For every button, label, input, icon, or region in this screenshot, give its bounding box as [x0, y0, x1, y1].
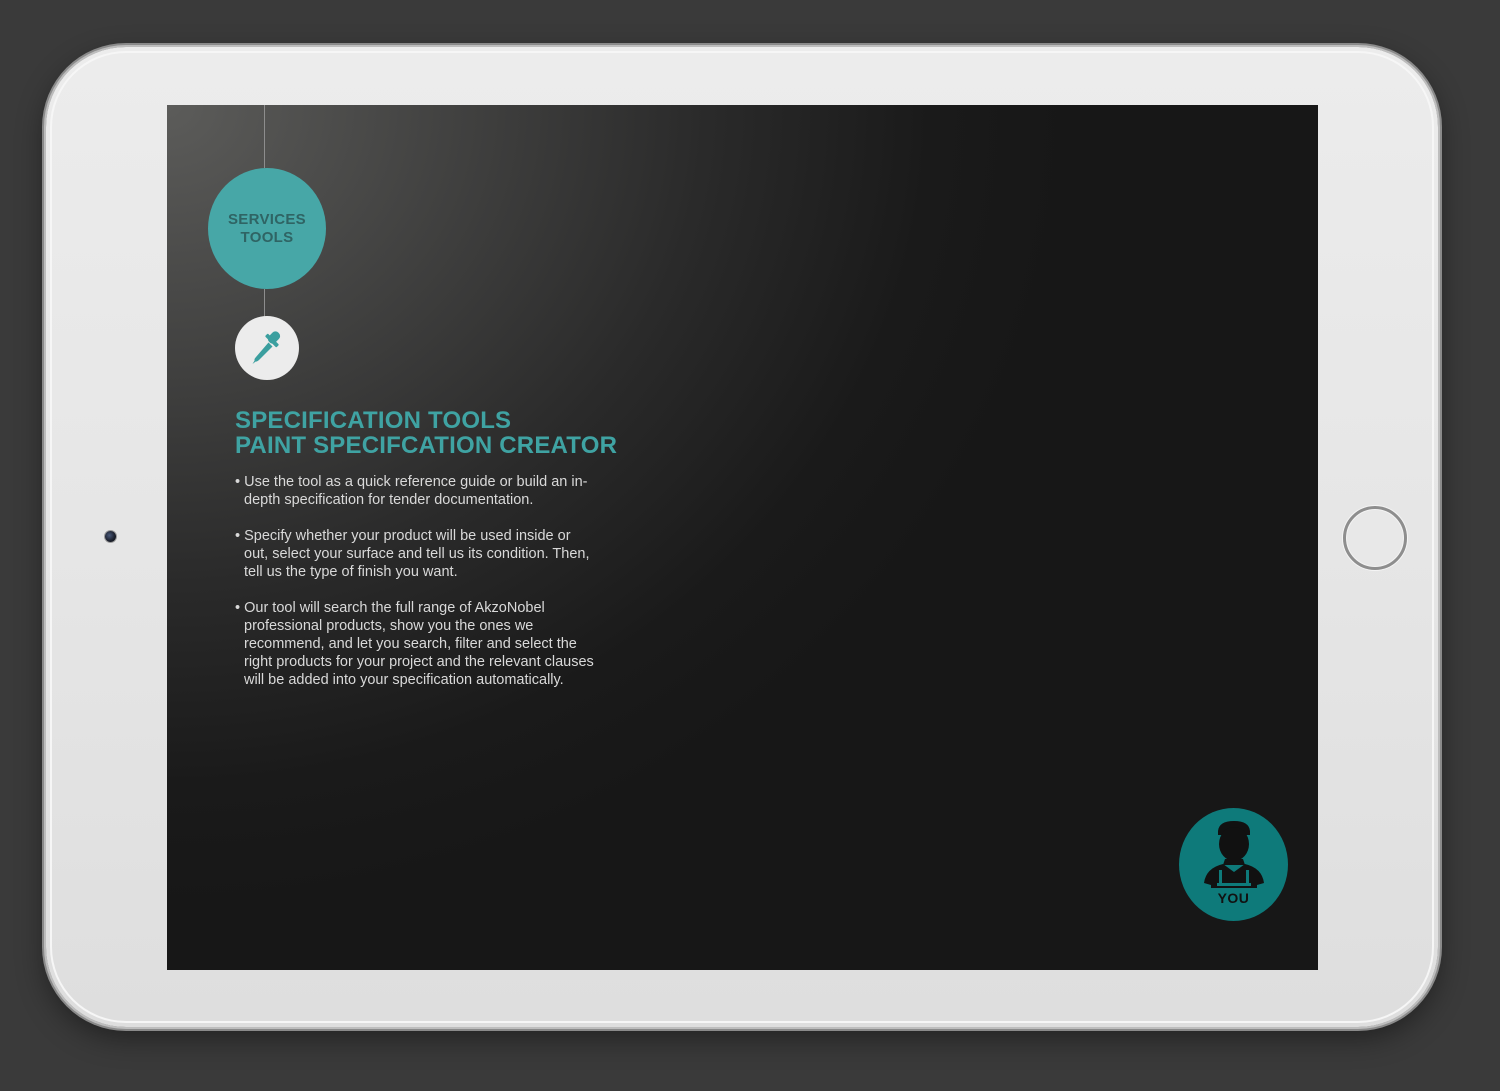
services-badge-line1: SERVICES [228, 210, 306, 228]
you-button[interactable]: YOU [1179, 808, 1288, 921]
list-item: • Specify whether your product will be u… [235, 528, 590, 580]
description-list: • Use the tool as a quick reference guid… [235, 473, 595, 707]
tablet-frame: SERVICES TOOLS SPECIFICATION TOOLS PAINT… [46, 47, 1438, 1027]
list-item: • Use the tool as a quick reference guid… [235, 474, 588, 508]
services-badge-line2: TOOLS [240, 228, 294, 246]
page-title: SPECIFICATION TOOLS PAINT SPECIFCATION C… [235, 408, 617, 458]
app-screen: SERVICES TOOLS SPECIFICATION TOOLS PAINT… [167, 105, 1318, 970]
title-line1: SPECIFICATION TOOLS [235, 407, 512, 434]
camera-icon [105, 531, 116, 542]
title-line2: PAINT SPECIFCATION CREATOR [235, 432, 618, 459]
pipette-icon [252, 331, 281, 364]
home-button[interactable] [1343, 506, 1407, 570]
you-label: YOU [1217, 890, 1250, 906]
services-tools-badge[interactable]: SERVICES TOOLS [208, 168, 326, 289]
connector-line-mid [264, 289, 265, 319]
connector-line-top [264, 105, 265, 168]
list-item: • Our tool will search the full range of… [235, 600, 594, 688]
pipette-button[interactable] [235, 316, 299, 380]
